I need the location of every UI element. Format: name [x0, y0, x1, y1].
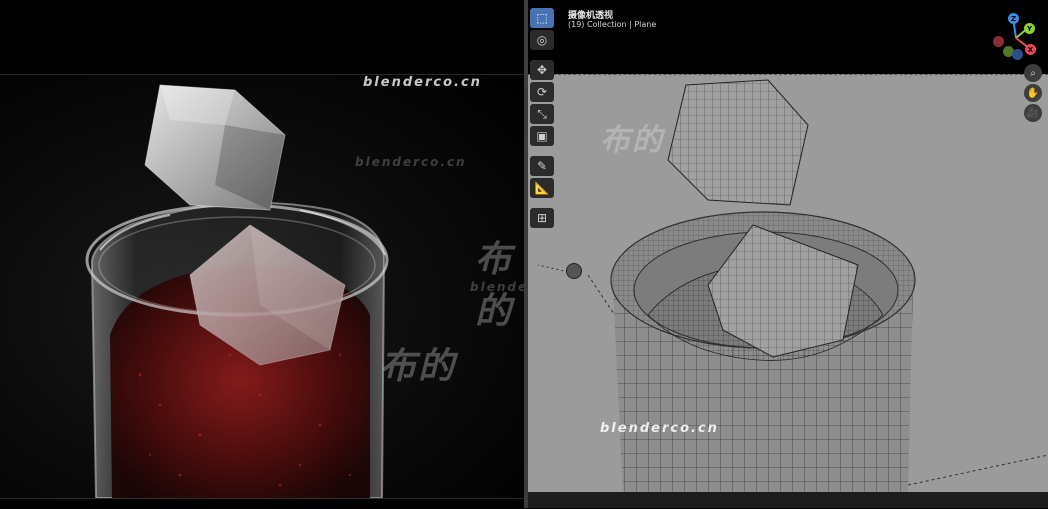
- pan-button[interactable]: ✋: [1024, 84, 1042, 102]
- watermark-site-faint: blenderco.cn: [355, 155, 467, 169]
- watermark-cn-2: 布的: [380, 346, 457, 387]
- render-header: [0, 0, 524, 75]
- light-object-icon[interactable]: [566, 263, 582, 279]
- pencil-icon: ✎: [536, 159, 548, 173]
- ruler-icon: 📐: [534, 181, 550, 195]
- cube-add-icon: ⊞: [536, 211, 548, 225]
- scale-tool[interactable]: ⤡: [530, 104, 554, 124]
- scale-icon: ⤡: [537, 106, 547, 121]
- render-image: [85, 84, 389, 498]
- magnifier-icon: ⌕: [1030, 67, 1036, 79]
- viewport-footer: [528, 492, 1048, 508]
- watermark-site: blenderco.cn: [363, 75, 482, 90]
- crosshair-icon: ◎: [536, 33, 548, 47]
- camera-icon: 🎥: [1026, 107, 1040, 119]
- gizmo-neg-z-axis[interactable]: [1012, 49, 1023, 60]
- render-footer: [0, 498, 524, 509]
- zoom-button[interactable]: ⌕: [1024, 64, 1042, 82]
- watermark-cn-right: 布的: [600, 123, 664, 158]
- camera-view-button[interactable]: 🎥: [1024, 104, 1042, 122]
- watermark-site-right: blenderco.cn: [600, 421, 719, 436]
- add-cube-tool[interactable]: ⊞: [530, 208, 554, 228]
- measure-tool[interactable]: 📐: [530, 178, 554, 198]
- watermark-site-faint-2: blenderco.cn: [470, 280, 524, 294]
- gizmo-z-axis[interactable]: Z: [1008, 13, 1019, 24]
- tool-shelf: ⬚ ◎ ✥ ⟳ ⤡ ▣ ✎ 📐 ⊞: [530, 6, 558, 230]
- transform-tool[interactable]: ▣: [530, 126, 554, 146]
- viewport-subtitle: (19) Collection | Plane: [568, 20, 657, 29]
- cursor-arrow-icon: ⬚: [536, 11, 548, 25]
- render-canvas: blenderco.cn blenderco.cn 布的 blenderco.c…: [0, 75, 524, 498]
- hand-icon: ✋: [1026, 87, 1040, 99]
- rotate-tool[interactable]: ⟳: [530, 82, 554, 102]
- viewport-canvas[interactable]: blenderco.cn 布的: [528, 74, 1048, 493]
- gizmo-y-axis[interactable]: Y: [1024, 23, 1035, 34]
- cursor-tool[interactable]: ◎: [530, 30, 554, 50]
- gizmo-x-axis[interactable]: X: [1025, 44, 1036, 55]
- render-viewport[interactable]: blenderco.cn blenderco.cn 布的 blenderco.c…: [0, 0, 524, 509]
- move-icon: ✥: [536, 63, 548, 77]
- select-box-tool[interactable]: ⬚: [530, 8, 554, 28]
- gizmo-neg-x-axis[interactable]: [993, 36, 1004, 47]
- rotate-icon: ⟳: [536, 85, 548, 99]
- 3d-viewport[interactable]: 摄像机透视 (19) Collection | Plane blenderco.…: [528, 0, 1048, 508]
- move-tool[interactable]: ✥: [530, 60, 554, 80]
- navigation-gizmo[interactable]: Z Y X: [986, 10, 1046, 60]
- annotate-tool[interactable]: ✎: [530, 156, 554, 176]
- transform-icon: ▣: [536, 129, 548, 143]
